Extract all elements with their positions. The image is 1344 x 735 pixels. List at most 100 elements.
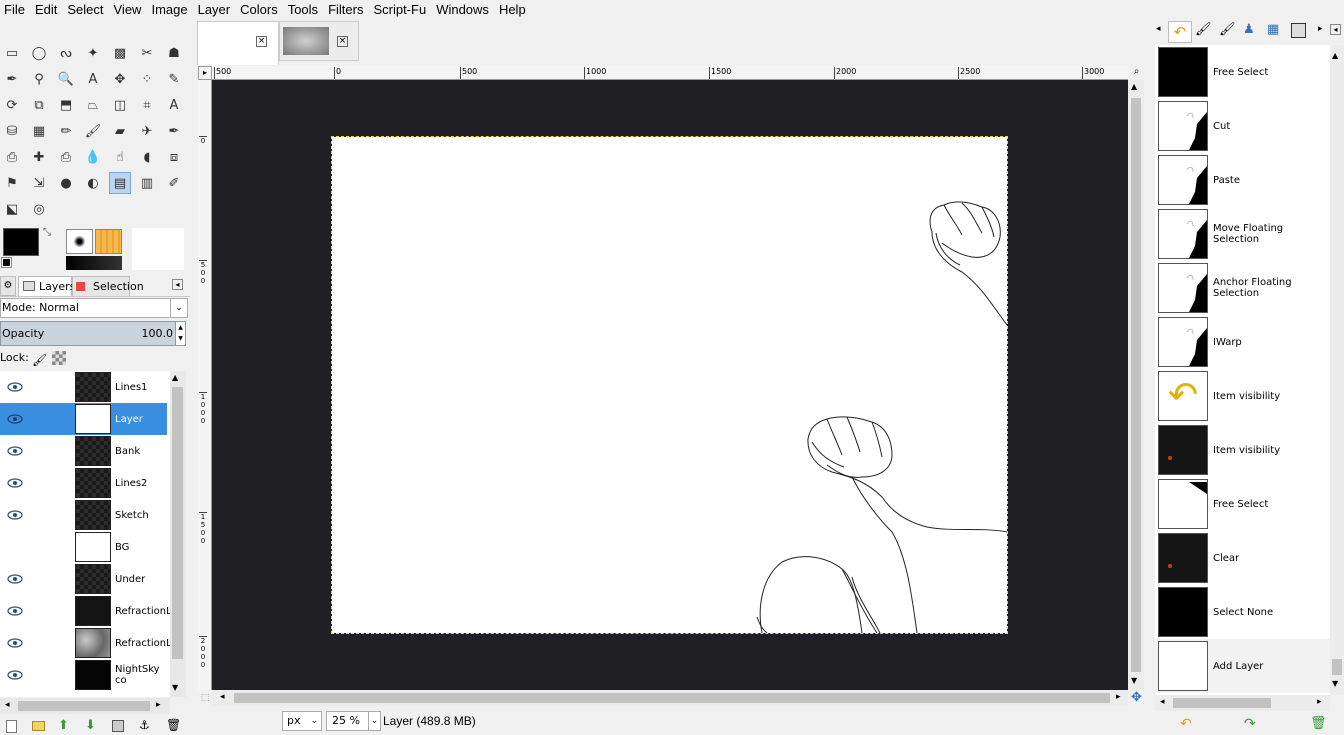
zoom-select[interactable]: 25 % ⌄ — [326, 711, 381, 731]
flip-icon[interactable]: ◫ — [109, 94, 131, 116]
new-layer-icon[interactable] — [6, 720, 17, 733]
layer-thumbnail[interactable] — [75, 404, 111, 434]
free-select-icon[interactable]: ᔓ — [55, 42, 77, 64]
undo-step[interactable]: Free Select — [1155, 45, 1330, 99]
zoom-icon[interactable]: 🔍 — [55, 68, 77, 90]
menu-image[interactable]: Image — [146, 0, 192, 19]
blend-icon[interactable]: ▦ — [28, 120, 50, 142]
layer-row[interactable]: Layer — [0, 403, 167, 435]
layer-mode-select[interactable]: Mode: Normal ⌄ — [0, 298, 188, 318]
layer-thumbnail[interactable] — [75, 564, 111, 594]
foreground-select-icon[interactable]: ☗ — [163, 42, 185, 64]
layer-row[interactable]: Sketch — [0, 499, 167, 531]
undo-step[interactable]: Anchor Floating Selection — [1155, 261, 1330, 315]
threshold-icon[interactable]: ◐ — [82, 172, 104, 194]
lock-alpha-icon[interactable] — [52, 351, 66, 365]
brush-preview[interactable] — [66, 229, 93, 254]
paint-dynamics-tab-icon[interactable]: 🖌 — [1219, 22, 1236, 37]
opacity-spinner[interactable]: ▲ ▼ — [175, 322, 185, 345]
dock-right-arrow-icon[interactable]: ▸ — [1318, 24, 1323, 34]
ruler-horizontal[interactable]: 500 0 500 1000 1500 2000 2500 3000 — [212, 66, 1128, 80]
image-tab-1[interactable]: × — [197, 21, 279, 65]
pattern-preview[interactable] — [95, 229, 122, 254]
clear-history-icon[interactable]: 🗑 — [1310, 716, 1327, 731]
perspective-icon[interactable]: ⏢ — [82, 94, 104, 116]
warp-icon[interactable]: ⧈ — [163, 146, 185, 168]
eye-icon[interactable] — [7, 638, 23, 648]
rect-select-icon[interactable]: ▭ — [1, 42, 23, 64]
pencil-icon[interactable]: ✏ — [55, 120, 77, 142]
menu-view[interactable]: View — [109, 0, 147, 19]
brushes-tab-icon[interactable]: 🖌 — [1195, 22, 1212, 37]
foreground-color[interactable] — [3, 228, 39, 256]
paintbrush-icon[interactable]: 🖌 — [82, 120, 104, 142]
menu-colors[interactable]: Colors — [235, 0, 283, 19]
anchor-layer-icon[interactable]: ⚓ — [139, 718, 150, 732]
menu-scriptfu[interactable]: Script-Fu — [368, 0, 431, 19]
dock-menu-icon[interactable]: ◂ — [172, 279, 183, 290]
redo-icon[interactable]: ↷ — [1244, 716, 1256, 732]
unit-select[interactable]: px ⌄ — [282, 711, 322, 731]
undo-step[interactable]: Add Layer — [1155, 639, 1330, 693]
rotate-icon[interactable]: ⟳ — [1, 94, 23, 116]
eye-icon[interactable] — [7, 478, 23, 488]
scale-icon[interactable]: ⧉ — [28, 94, 50, 116]
layer-thumbnail[interactable] — [75, 372, 111, 402]
eye-icon[interactable] — [7, 574, 23, 584]
dock-menu-icon[interactable]: ◂ — [1330, 24, 1341, 35]
blur-icon[interactable]: 💧 — [82, 146, 104, 168]
spiral-icon[interactable]: ◎ — [28, 198, 50, 220]
undo-step[interactable]: ↶ Item visibility — [1155, 369, 1330, 423]
layer-thumbnail[interactable] — [75, 628, 111, 658]
fuzzy-select-icon[interactable]: ✦ — [82, 42, 104, 64]
dodge-burn-icon[interactable]: ◖ — [136, 146, 158, 168]
close-icon[interactable]: × — [337, 36, 348, 47]
images-tab-icon[interactable]: ▦ — [1267, 22, 1279, 37]
image-preview[interactable] — [132, 228, 184, 270]
undo-step[interactable]: Clear — [1155, 531, 1330, 585]
curves-icon[interactable]: ▥ — [136, 172, 158, 194]
tab-selection[interactable]: Selection — [72, 276, 144, 296]
menu-edit[interactable]: Edit — [30, 0, 62, 19]
gradient-preview[interactable] — [66, 256, 122, 270]
undo-step[interactable]: Select None — [1155, 585, 1330, 639]
bucket-fill-icon[interactable]: ⛁ — [1, 120, 23, 142]
heal-icon[interactable]: ✚ — [28, 146, 50, 168]
color-picker-icon[interactable]: ⚲ — [28, 68, 50, 90]
select-by-color-icon[interactable]: ▩ — [109, 42, 131, 64]
new-layer-group-icon[interactable] — [32, 721, 45, 731]
layers-scrollbar[interactable]: ▲ ▼ — [170, 371, 186, 697]
menu-windows[interactable]: Windows — [431, 0, 494, 19]
swap-colors-icon[interactable]: ⤡ — [43, 227, 51, 238]
undo-step[interactable]: IWarp — [1155, 315, 1330, 369]
paths-icon[interactable]: ✒ — [1, 68, 23, 90]
perspective-clone-icon[interactable]: ⎙ — [55, 146, 77, 168]
move-icon[interactable]: ✥ — [109, 68, 131, 90]
eye-icon[interactable] — [7, 414, 23, 424]
smudge-icon[interactable]: ☝ — [109, 146, 131, 168]
eye-icon[interactable] — [7, 510, 23, 520]
undo-history-tab-icon[interactable]: ↶ — [1168, 21, 1192, 43]
eye-icon[interactable] — [7, 670, 23, 680]
delete-layer-icon[interactable]: 🗑 — [166, 718, 181, 732]
undo-step[interactable]: Item visibility — [1155, 423, 1330, 477]
ellipse-select-icon[interactable]: ◯ — [28, 42, 50, 64]
eye-icon[interactable] — [7, 606, 23, 616]
tool-presets-tab-icon[interactable]: ♟ — [1243, 22, 1255, 37]
close-icon[interactable]: × — [256, 36, 267, 47]
eye-icon[interactable] — [7, 382, 23, 392]
tab-layers[interactable]: Layers — [18, 276, 75, 296]
layer-thumbnail[interactable] — [75, 500, 111, 530]
menu-select[interactable]: Select — [62, 0, 108, 19]
crop-icon[interactable]: ✎ — [163, 68, 185, 90]
undo-step[interactable]: Free Select — [1155, 477, 1330, 531]
color-balance-icon[interactable]: ● — [55, 172, 77, 194]
edit-icon[interactable]: ✐ — [163, 172, 185, 194]
layer-row[interactable]: Lines2 — [0, 467, 167, 499]
canvas-vscrollbar[interactable]: ▲ ▼ — [1128, 80, 1144, 690]
duplicate-layer-icon[interactable] — [112, 720, 124, 732]
raise-layer-icon[interactable]: ⬆ — [58, 718, 69, 733]
menu-tools[interactable]: Tools — [283, 0, 323, 19]
ink-icon[interactable]: ✒ — [163, 120, 185, 142]
menu-file[interactable]: File — [0, 0, 30, 19]
